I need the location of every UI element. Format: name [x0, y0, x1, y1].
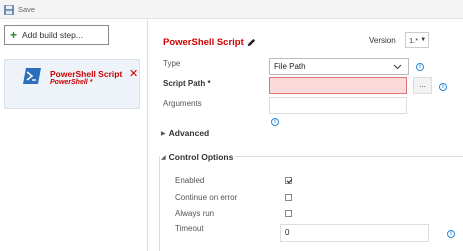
type-value: File Path: [274, 62, 306, 71]
build-step-title: PowerShell Script: [50, 69, 123, 79]
timeout-info-icon[interactable]: i: [447, 230, 455, 238]
script-path-label: Script Path *: [163, 79, 211, 88]
version-label: Version: [369, 36, 396, 45]
arguments-label: Arguments: [163, 99, 202, 108]
remove-step-icon[interactable]: ✕: [129, 69, 138, 80]
advanced-section-toggle[interactable]: ▶ Advanced: [161, 128, 209, 138]
add-build-step-button[interactable]: + Add build step...: [4, 25, 109, 45]
type-select[interactable]: File Path: [269, 58, 409, 75]
script-path-input[interactable]: [269, 77, 407, 94]
pencil-icon[interactable]: [247, 38, 256, 47]
arguments-input[interactable]: [269, 97, 407, 114]
arguments-info-icon[interactable]: i: [271, 118, 279, 126]
control-options-toggle[interactable]: ◢ Control Options: [161, 152, 233, 162]
build-steps-panel: + Add build step... PowerShell Script Po…: [0, 19, 148, 251]
section-divider: [235, 156, 463, 157]
enabled-label: Enabled: [175, 176, 205, 185]
advanced-label: Advanced: [168, 128, 210, 138]
save-button[interactable]: Save: [4, 3, 35, 16]
control-options-label: Control Options: [168, 152, 234, 162]
enabled-checkbox[interactable]: [285, 177, 292, 184]
toolbar: Save: [0, 0, 463, 19]
task-editor: PowerShell Script Version 1.* ▼ Type Fil…: [149, 19, 463, 251]
powershell-icon: [23, 68, 41, 84]
always-run-label: Always run: [175, 209, 215, 218]
build-step-subtitle: PowerShell *: [50, 79, 93, 86]
continue-on-error-checkbox[interactable]: [285, 194, 292, 201]
save-label: Save: [18, 5, 36, 14]
version-select[interactable]: 1.* ▼: [405, 32, 429, 48]
continue-on-error-label: Continue on error: [175, 193, 238, 202]
type-info-icon[interactable]: i: [416, 63, 424, 71]
timeout-label: Timeout: [175, 224, 204, 233]
task-title: PowerShell Script: [163, 37, 256, 48]
build-step-powershell[interactable]: PowerShell Script PowerShell * ✕: [4, 59, 140, 109]
browse-button[interactable]: ...: [413, 77, 432, 94]
add-build-step-label: Add build step...: [22, 30, 83, 40]
chevron-down-icon: [393, 64, 402, 70]
type-label: Type: [163, 59, 181, 68]
version-value: 1.*: [409, 35, 419, 45]
caret-down-icon: ▼: [420, 37, 427, 43]
save-icon: [4, 4, 14, 15]
section-divider-vertical: [159, 156, 160, 251]
chevron-down-small-icon: ◢: [161, 154, 166, 161]
timeout-input[interactable]: 0: [280, 224, 429, 242]
always-run-checkbox[interactable]: [285, 210, 292, 217]
plus-icon: +: [10, 28, 18, 42]
script-path-info-icon[interactable]: i: [439, 83, 447, 91]
chevron-right-icon: ▶: [161, 130, 166, 137]
task-title-text: PowerShell Script: [163, 37, 244, 48]
